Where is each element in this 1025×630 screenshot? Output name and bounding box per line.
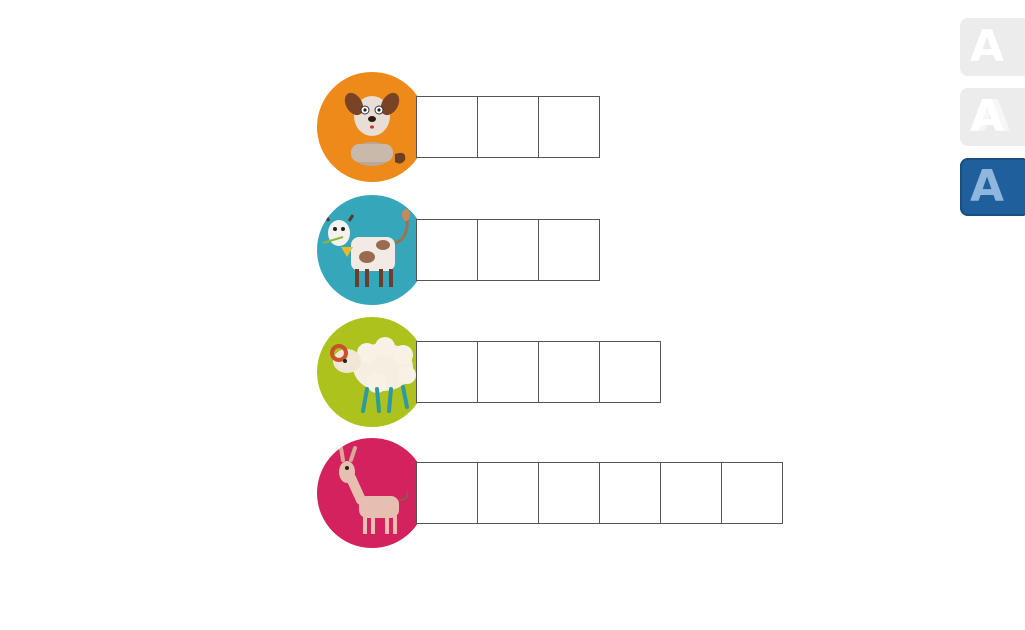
font-style-textured-button[interactable]: A (960, 158, 1025, 216)
letter-box[interactable] (416, 341, 478, 403)
dog-icon (317, 72, 427, 182)
letter-boxes (416, 462, 783, 524)
donkey-picture (317, 438, 427, 548)
letter-box[interactable] (599, 462, 661, 524)
letter-box[interactable] (477, 462, 539, 524)
font-style-outline-button[interactable]: A (960, 88, 1025, 146)
cow-icon (317, 195, 427, 305)
letter-box[interactable] (416, 219, 478, 281)
letter-box[interactable] (416, 462, 478, 524)
letter-a-glyph: A (970, 91, 1005, 142)
dog-picture (317, 72, 427, 182)
letter-boxes (416, 219, 600, 281)
sheep-picture (317, 317, 427, 427)
letter-box[interactable] (538, 219, 600, 281)
letter-box[interactable] (477, 219, 539, 281)
letter-a-glyph: A (970, 161, 1005, 212)
sheep-icon (317, 317, 427, 427)
letter-box[interactable] (721, 462, 783, 524)
letter-boxes (416, 341, 661, 403)
cow-picture (317, 195, 427, 305)
font-style-plain-button[interactable]: A (960, 18, 1025, 76)
letter-box[interactable] (477, 96, 539, 158)
letter-box[interactable] (538, 462, 600, 524)
letter-box[interactable] (660, 462, 722, 524)
letter-box[interactable] (599, 341, 661, 403)
donkey-icon (317, 438, 427, 548)
letter-box[interactable] (477, 341, 539, 403)
letter-box[interactable] (416, 96, 478, 158)
letter-box[interactable] (538, 341, 600, 403)
letter-box[interactable] (538, 96, 600, 158)
letter-boxes (416, 96, 600, 158)
letter-a-glyph: A (970, 21, 1005, 72)
